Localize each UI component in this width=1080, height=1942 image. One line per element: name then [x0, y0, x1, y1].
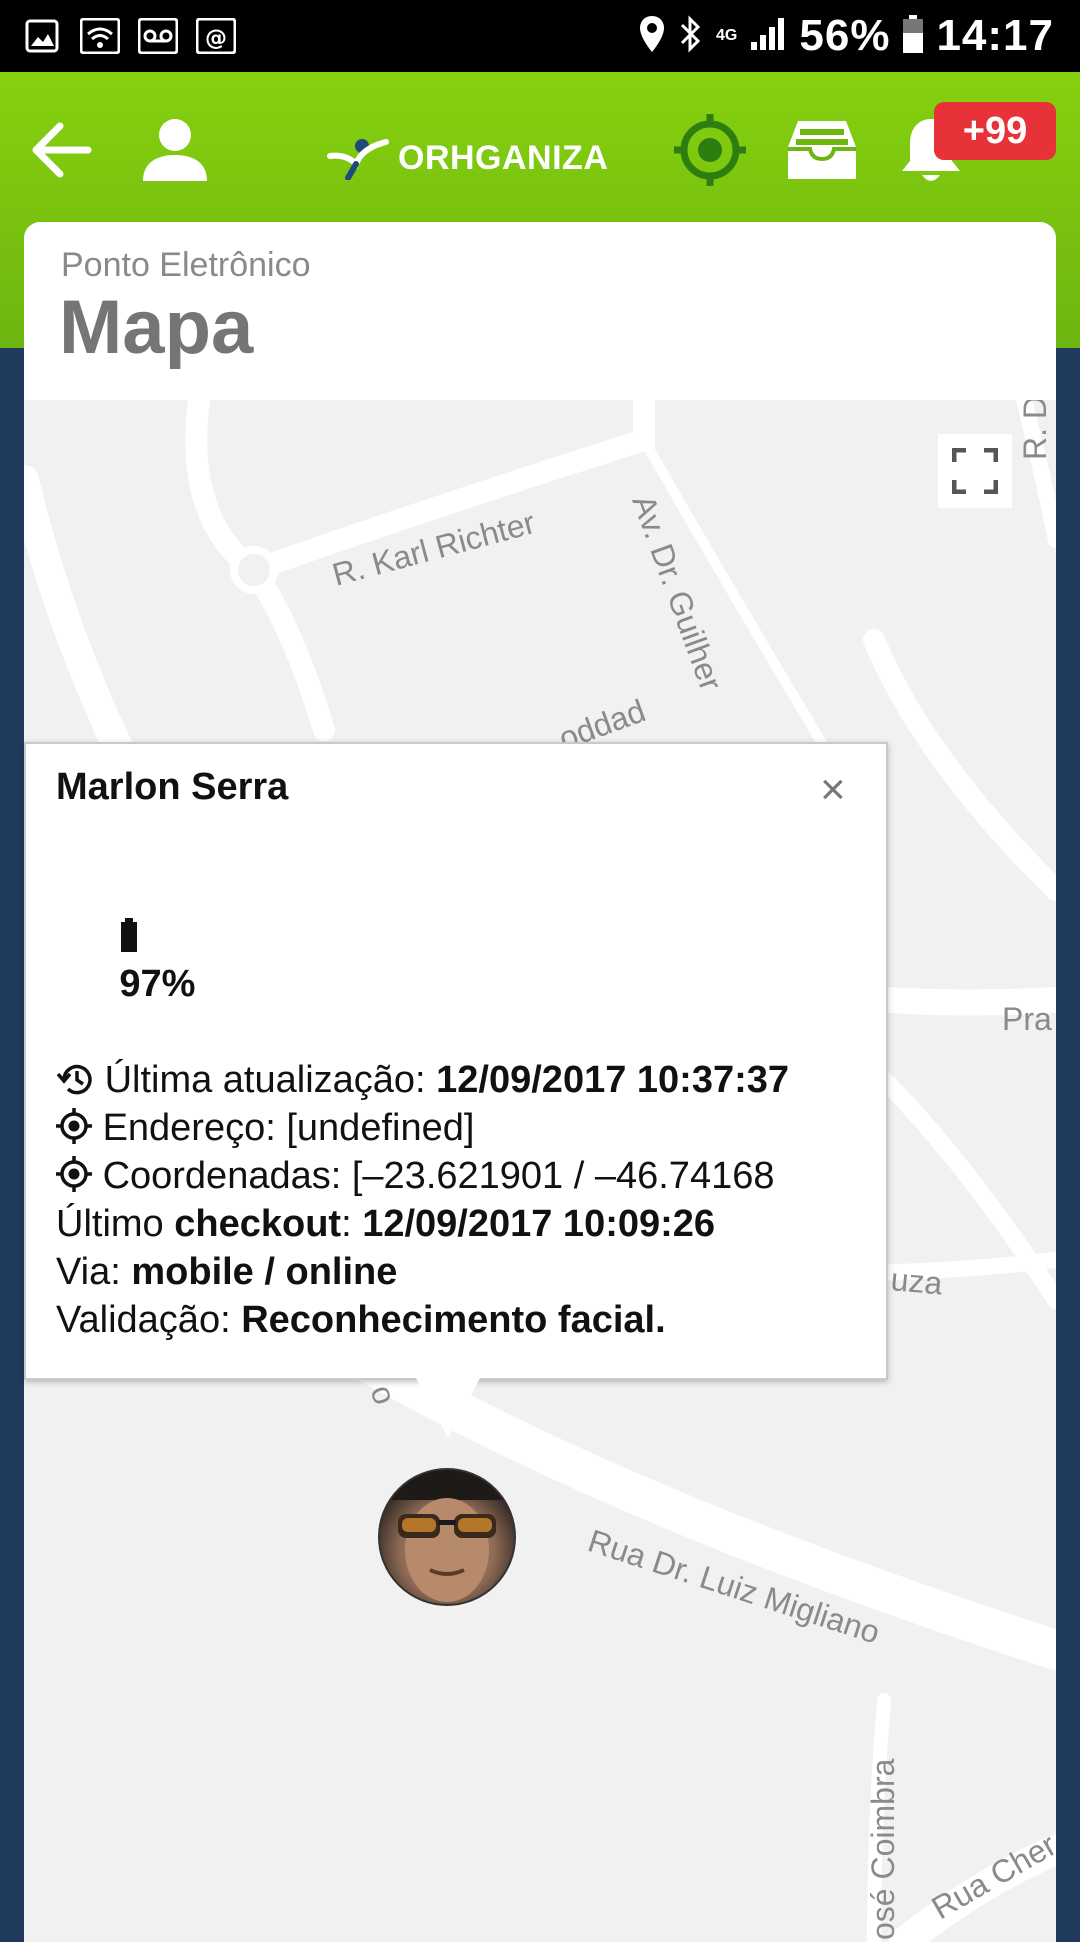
- battery-icon: [121, 918, 138, 952]
- battery-value: 97%: [119, 963, 196, 1005]
- last-update-value: 12/09/2017 10:37:37: [436, 1059, 790, 1101]
- status-bar: @ 4G 56% 14:17: [0, 0, 1080, 72]
- gallery-icon: [22, 16, 62, 56]
- fullscreen-icon: [952, 448, 998, 494]
- employee-name: Marlon Serra: [56, 766, 289, 808]
- via-value: mobile / online: [131, 1251, 398, 1293]
- address-label: Endereço:: [102, 1107, 287, 1149]
- signal-icon: [749, 16, 787, 57]
- info-window-details: 97% Última atualização: 12/09/2017 10:37…: [56, 864, 856, 1344]
- gps-target-icon: [674, 114, 746, 186]
- profile-button[interactable]: [140, 108, 210, 192]
- email-icon: @: [196, 16, 236, 56]
- checkout-value: 12/09/2017 10:09:26: [362, 1203, 716, 1245]
- address-value: [undefined]: [286, 1107, 475, 1149]
- checkout-prefix: Último: [56, 1203, 175, 1245]
- clock: 14:17: [936, 11, 1054, 60]
- coordinates-label: Coordenadas:: [102, 1155, 352, 1197]
- map-info-window: Marlon Serra × 97% Última atualização: 1…: [24, 742, 888, 1380]
- address-row: Endereço: [undefined]: [56, 1104, 856, 1152]
- battery-icon: [902, 14, 924, 59]
- wifi-icon: [80, 16, 120, 56]
- bluetooth-icon: [678, 14, 704, 59]
- avatar-face-icon: [380, 1470, 514, 1602]
- street-label-uza: uza: [889, 1261, 944, 1301]
- back-button[interactable]: [26, 108, 96, 192]
- street-label-r-d: R. D: [1017, 400, 1053, 460]
- info-window-pointer: [416, 1378, 480, 1438]
- crosshair-icon: [56, 1156, 92, 1192]
- street-label-guilherme: Av. Dr. Guilher: [625, 490, 729, 695]
- voicemail-icon: [138, 16, 178, 56]
- battery-percent: 56%: [799, 11, 891, 60]
- checkout-word: checkout: [174, 1203, 342, 1245]
- street-label-pra: Pra: [1002, 1001, 1052, 1037]
- page-subtitle: Ponto Eletrônico: [61, 246, 311, 284]
- coordinates-row: Coordenadas: [–23.621901 / –46.74168: [56, 1152, 856, 1200]
- battery-row: 97%: [56, 864, 856, 1056]
- app-logo: ORHGANIZA: [326, 136, 608, 180]
- close-info-button[interactable]: ×: [820, 768, 846, 812]
- validation-row: Validação: Reconhecimento facial.: [56, 1296, 856, 1344]
- fullscreen-button[interactable]: [938, 434, 1012, 508]
- checkout-row: Último checkout: 12/09/2017 10:09:26: [56, 1200, 856, 1248]
- checkout-separator: :: [341, 1203, 363, 1245]
- page-title: Mapa: [59, 285, 254, 370]
- coordinates-value: [–23.621901 / –46.74168: [351, 1155, 775, 1197]
- employee-avatar-marker[interactable]: [378, 1468, 516, 1606]
- location-icon: [638, 14, 666, 59]
- crosshair-icon: [56, 1108, 92, 1144]
- validation-value: Reconhecimento facial.: [241, 1299, 666, 1341]
- via-row: Via: mobile / online: [56, 1248, 856, 1296]
- user-icon: [143, 119, 207, 181]
- history-icon: [56, 1064, 92, 1095]
- via-label: Via:: [56, 1251, 132, 1293]
- logo-figure-icon: [327, 139, 389, 180]
- inbox-button[interactable]: [786, 108, 858, 192]
- arrow-left-icon: [32, 122, 92, 178]
- notification-badge[interactable]: +99: [934, 102, 1056, 160]
- validation-label: Validação:: [56, 1299, 242, 1341]
- street-label-rua-cher: Rua Cher: [926, 1826, 1057, 1926]
- street-label-coimbra: osé Coimbra: [865, 1758, 901, 1940]
- last-update-label: Última atualização:: [104, 1059, 437, 1101]
- location-tracking-button[interactable]: [672, 108, 748, 192]
- network-type: 4G: [716, 27, 738, 44]
- svg-text:@: @: [205, 26, 227, 51]
- last-update-row: Última atualização: 12/09/2017 10:37:37: [56, 1056, 856, 1104]
- logo-text: ORHGANIZA: [398, 138, 609, 177]
- inbox-tray-icon: [788, 121, 856, 179]
